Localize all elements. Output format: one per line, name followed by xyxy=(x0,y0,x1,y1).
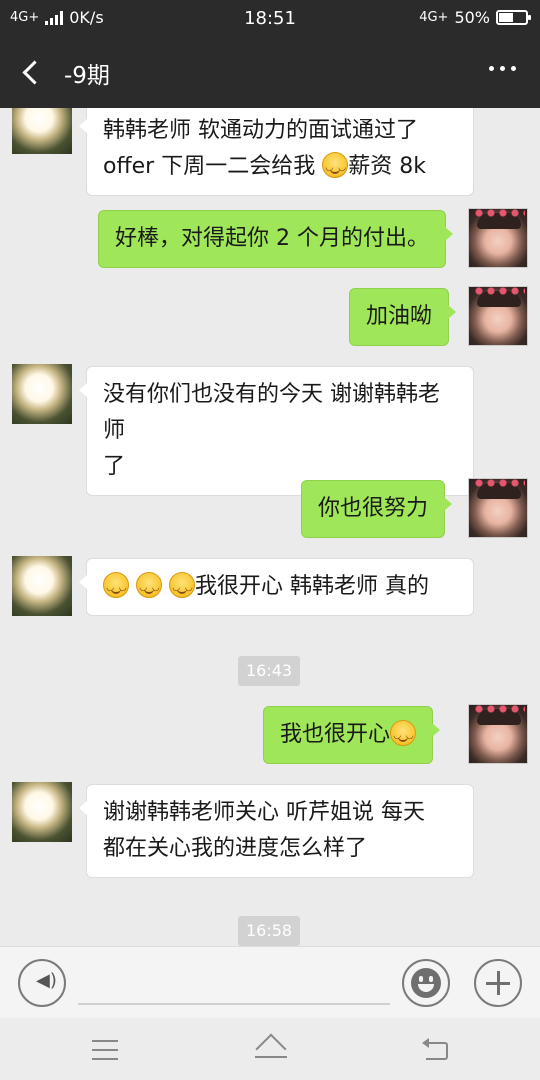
back-icon[interactable] xyxy=(20,58,46,86)
contact-avatar[interactable] xyxy=(12,108,72,154)
message-text: 加油呦 xyxy=(366,304,433,329)
my-avatar[interactable] xyxy=(468,208,528,268)
my-avatar[interactable] xyxy=(468,286,528,346)
message-line: offer 下周一二会给我 薪资 8k xyxy=(103,149,457,186)
message-bubble-sent[interactable]: 你也很努力 xyxy=(301,480,453,538)
message-text: 我也很开心 xyxy=(280,722,391,747)
timestamp: 16:58 xyxy=(238,916,301,946)
chat-title: -9期 xyxy=(64,63,110,89)
message-line: 没有你们也没有的今天 谢谢韩韩老师 xyxy=(103,382,440,443)
smile-emoji-icon xyxy=(390,718,417,754)
message-input[interactable] xyxy=(78,965,390,1005)
message-text: 你也很努力 xyxy=(318,496,429,521)
message-bubble-sent[interactable]: 我也很开心 xyxy=(263,706,441,764)
contact-avatar[interactable] xyxy=(12,556,72,616)
message-bubble-sent[interactable]: 加油呦 xyxy=(349,288,457,346)
message-line: 韩韩老师 软通动力的面试通过了 xyxy=(103,118,418,143)
chat-area[interactable]: 韩韩老师 软通动力的面试通过了 offer 下周一二会给我 薪资 8k 好棒，对… xyxy=(0,108,540,946)
my-avatar[interactable] xyxy=(468,704,528,764)
battery-fill xyxy=(499,13,513,22)
message-text: 我很开心 韩韩老师 真的 xyxy=(195,574,429,599)
contact-avatar[interactable] xyxy=(12,782,72,842)
back-nav-icon[interactable] xyxy=(422,1038,448,1060)
message-bubble-sent[interactable]: 好棒，对得起你 2 个月的付出。 xyxy=(98,210,453,268)
plus-icon[interactable] xyxy=(474,959,522,1007)
system-nav-bar xyxy=(0,1018,540,1080)
input-bar: ◀) xyxy=(0,946,540,1018)
home-icon[interactable] xyxy=(253,1036,289,1060)
status-bar: 4G+ 0K/s 18:51 4G+ 50% xyxy=(0,0,540,36)
smile-emoji-icon xyxy=(322,150,349,186)
smile-emoji-icon xyxy=(103,570,130,606)
smile-emoji-icon xyxy=(136,570,163,606)
message-line: 谢谢韩韩老师关心 听芹姐说 每天 xyxy=(103,800,425,825)
message-line: 都在关心我的进度怎么样了 xyxy=(103,836,368,861)
emoji-icon[interactable] xyxy=(402,959,450,1007)
more-options-icon[interactable] xyxy=(489,66,516,71)
timestamp: 16:43 xyxy=(238,656,301,686)
battery-percent: 50% xyxy=(454,8,490,27)
battery-icon xyxy=(496,10,531,25)
my-avatar[interactable] xyxy=(468,478,528,538)
network-type-right: 4G+ xyxy=(419,10,449,25)
message-bubble-received[interactable]: 韩韩老师 软通动力的面试通过了 offer 下周一二会给我 薪资 8k xyxy=(79,108,474,196)
status-right: 4G+ 50% xyxy=(419,8,531,27)
smile-emoji-icon xyxy=(169,570,196,606)
message-bubble-received[interactable]: 谢谢韩韩老师关心 听芹姐说 每天 都在关心我的进度怎么样了 xyxy=(79,784,474,878)
menu-icon[interactable] xyxy=(92,1040,118,1060)
message-text: 好棒，对得起你 2 个月的付出。 xyxy=(115,226,429,251)
contact-avatar[interactable] xyxy=(12,364,72,424)
message-bubble-received[interactable]: 没有你们也没有的今天 谢谢韩韩老师 了 xyxy=(79,366,474,496)
chat-header: -9期 xyxy=(0,36,540,108)
voice-icon[interactable]: ◀) xyxy=(18,959,66,1007)
message-bubble-received[interactable]: 我很开心 韩韩老师 真的 xyxy=(79,558,474,616)
